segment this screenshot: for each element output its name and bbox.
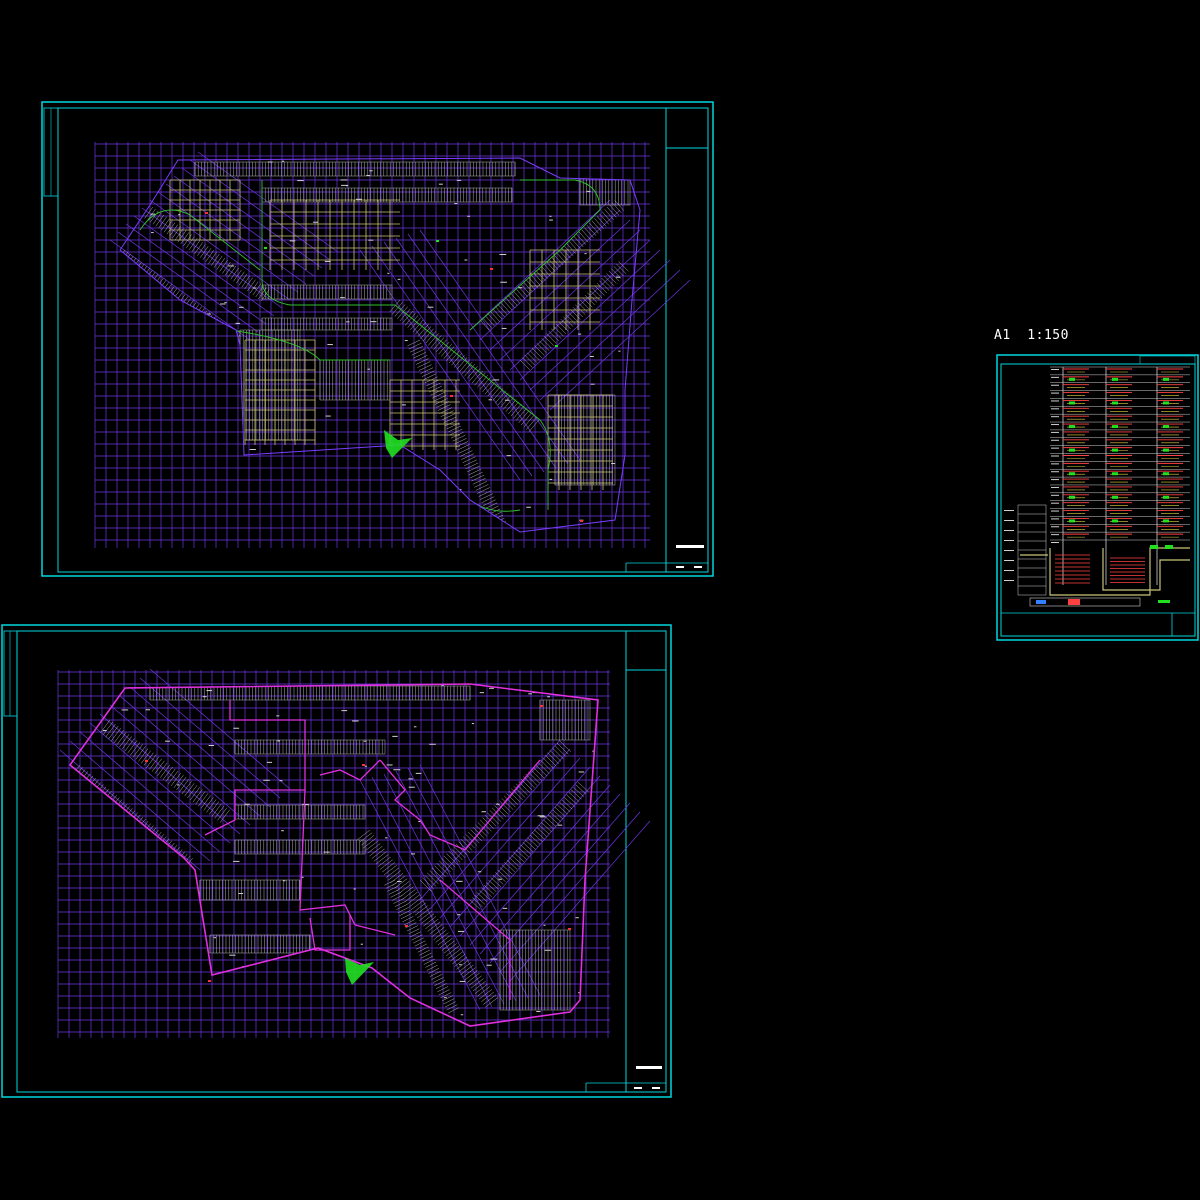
sheet-2-binding-strip <box>3 630 18 717</box>
cad-drawing-canvas[interactable] <box>0 0 1200 1200</box>
valve-green <box>1163 472 1169 476</box>
schedule-text <box>1004 560 1014 561</box>
marker <box>208 980 211 982</box>
marker <box>205 212 208 214</box>
valve-green <box>1112 495 1118 499</box>
valve-green <box>1069 472 1075 476</box>
valve-green <box>1112 377 1118 381</box>
floor-label <box>1051 471 1059 473</box>
floor-label <box>1051 518 1059 520</box>
equipment-schedule <box>1017 504 1047 596</box>
valve-green <box>1069 377 1075 381</box>
marker <box>436 240 439 242</box>
valve-green <box>1163 377 1169 381</box>
pump-blue <box>1036 600 1046 604</box>
building-outline <box>119 157 641 533</box>
valve-green <box>1163 519 1169 523</box>
valve-green <box>1069 519 1075 523</box>
floor-label <box>1051 416 1059 418</box>
building-outline <box>68 683 599 1027</box>
valve-green <box>1112 401 1118 405</box>
marker <box>580 520 583 522</box>
schedule-text <box>1004 520 1014 521</box>
valve-green <box>1112 472 1118 476</box>
sheet-3-riser-diagram[interactable] <box>996 354 1199 641</box>
plan-interior <box>120 158 640 532</box>
valve-green <box>1163 495 1169 499</box>
legend-green <box>1158 600 1170 603</box>
schedule-text <box>1004 510 1014 511</box>
valve-green <box>1163 448 1169 452</box>
marker <box>540 705 543 707</box>
floor-label <box>1051 369 1059 370</box>
floor-label <box>1051 439 1059 441</box>
sheet-2-floor-plan[interactable] <box>57 668 651 1038</box>
marker <box>568 928 571 930</box>
valve-green <box>1165 545 1173 549</box>
scale-label: A1 1:150 <box>994 328 1069 343</box>
sheet-3-header-strip <box>1139 355 1196 365</box>
basement-mains <box>1020 547 1190 596</box>
schedule-text <box>1004 570 1014 571</box>
floor-label <box>1051 447 1059 449</box>
floor-label <box>1051 494 1059 496</box>
sheet-2-title-stamp <box>636 1066 662 1069</box>
marker <box>555 345 558 347</box>
sheet-2-bottom-plan[interactable] <box>1 624 672 1098</box>
valve-green <box>1069 401 1075 405</box>
riser-diagram-content[interactable] <box>1004 366 1190 607</box>
floor-label <box>1051 534 1059 536</box>
marker <box>450 395 453 397</box>
schedule-text <box>1004 540 1014 541</box>
structural-grid <box>94 142 691 548</box>
pump-room <box>1029 597 1141 607</box>
floor-label <box>1051 376 1059 378</box>
floor-label <box>1051 384 1059 386</box>
floor-label <box>1051 526 1059 528</box>
basement-red <box>1055 554 1145 584</box>
marker <box>490 268 493 270</box>
valve-green <box>1112 425 1118 429</box>
floor-label <box>1051 392 1059 394</box>
floor-label <box>1051 424 1059 426</box>
floor-label <box>1051 463 1059 465</box>
entrance-ramp <box>345 958 374 985</box>
sheet-1-title-stamp <box>676 545 704 548</box>
valve-green <box>1069 448 1075 452</box>
floor-label <box>1051 400 1059 402</box>
floor-label <box>1051 455 1059 457</box>
floor-label <box>1051 510 1059 512</box>
valve-green <box>1069 425 1075 429</box>
schedule-text <box>1004 580 1014 581</box>
floor-label <box>1051 479 1059 481</box>
floor-label <box>1051 502 1059 504</box>
valve-green <box>1112 448 1118 452</box>
marker <box>362 764 365 766</box>
valve-green <box>1163 401 1169 405</box>
sheet-1-top-plan[interactable] <box>41 101 714 577</box>
sheet-1-inner-frame <box>57 107 709 573</box>
parking-stalls <box>70 685 591 1014</box>
schedule-text <box>1004 530 1014 531</box>
floor-label <box>1051 486 1059 488</box>
valve-green <box>1150 545 1158 549</box>
pump-red <box>1068 599 1080 605</box>
marker <box>405 925 408 927</box>
valve-green <box>1069 495 1075 499</box>
floor-label <box>1051 408 1059 410</box>
plan-interior <box>70 684 598 1026</box>
marker <box>145 760 148 762</box>
schedule-text <box>1004 550 1014 551</box>
marker <box>264 247 267 249</box>
floor-label <box>1051 431 1059 433</box>
floor-label <box>1051 542 1059 543</box>
sheet-1-floor-plan[interactable] <box>94 142 691 548</box>
valve-green <box>1112 519 1118 523</box>
valve-green <box>1163 425 1169 429</box>
